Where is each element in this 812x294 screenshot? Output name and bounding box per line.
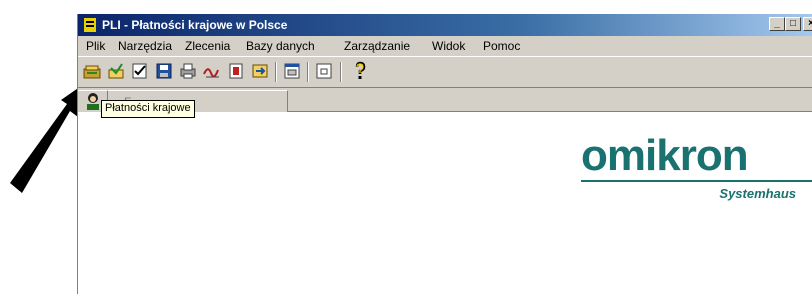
maximize-button[interactable]: □ bbox=[785, 17, 801, 31]
toolbar-separator bbox=[275, 62, 277, 82]
menu-plik[interactable]: Plik bbox=[86, 36, 105, 56]
logo-main-text: omikron bbox=[581, 131, 749, 180]
menu-zlecenia[interactable]: Zlecenia bbox=[185, 36, 230, 56]
close-button[interactable]: × bbox=[803, 17, 812, 31]
menu-pomoc[interactable]: Pomoc bbox=[483, 36, 520, 56]
logo-divider bbox=[581, 180, 812, 182]
minimize-button[interactable]: _ bbox=[769, 17, 785, 31]
app-icon bbox=[84, 18, 96, 32]
menu-narzedzia[interactable]: Narzędzia bbox=[118, 36, 172, 56]
menu-zarzadzanie[interactable]: Zarządzanie bbox=[344, 36, 410, 56]
toolbar-separator bbox=[340, 62, 342, 82]
user-icon bbox=[87, 93, 99, 110]
menu-bazy-danych[interactable]: Bazy danych bbox=[246, 36, 315, 56]
transfer-icon[interactable] bbox=[250, 61, 270, 81]
title-bar[interactable]: PLI - Płatności krajowe w Polsce _ □ × bbox=[78, 14, 812, 36]
platnosci-krajowe-icon[interactable] bbox=[82, 61, 102, 81]
application-window: PLI - Płatności krajowe w Polsce _ □ × P… bbox=[77, 14, 812, 294]
toolbar-separator bbox=[307, 62, 309, 82]
window-title: PLI - Płatności krajowe w Polsce bbox=[102, 18, 288, 32]
toolbar bbox=[78, 56, 812, 88]
check-icon[interactable] bbox=[130, 61, 150, 81]
omikron-logo: omikron Systemhaus bbox=[581, 134, 812, 201]
export-icon[interactable] bbox=[226, 61, 246, 81]
help-icon[interactable] bbox=[350, 61, 370, 81]
menu-widok[interactable]: Widok bbox=[432, 36, 465, 56]
tooltip: Płatności krajowe bbox=[101, 100, 195, 118]
print-icon[interactable] bbox=[178, 61, 198, 81]
list-icon[interactable] bbox=[314, 61, 334, 81]
signature-icon[interactable] bbox=[202, 61, 222, 81]
window-icon[interactable] bbox=[282, 61, 302, 81]
menu-bar: Plik Narzędzia Zlecenia Bazy danych Zarz… bbox=[78, 36, 812, 56]
logo-sub-text: Systemhaus bbox=[719, 186, 796, 201]
save-icon[interactable] bbox=[154, 61, 174, 81]
edit-order-icon[interactable] bbox=[106, 61, 126, 81]
